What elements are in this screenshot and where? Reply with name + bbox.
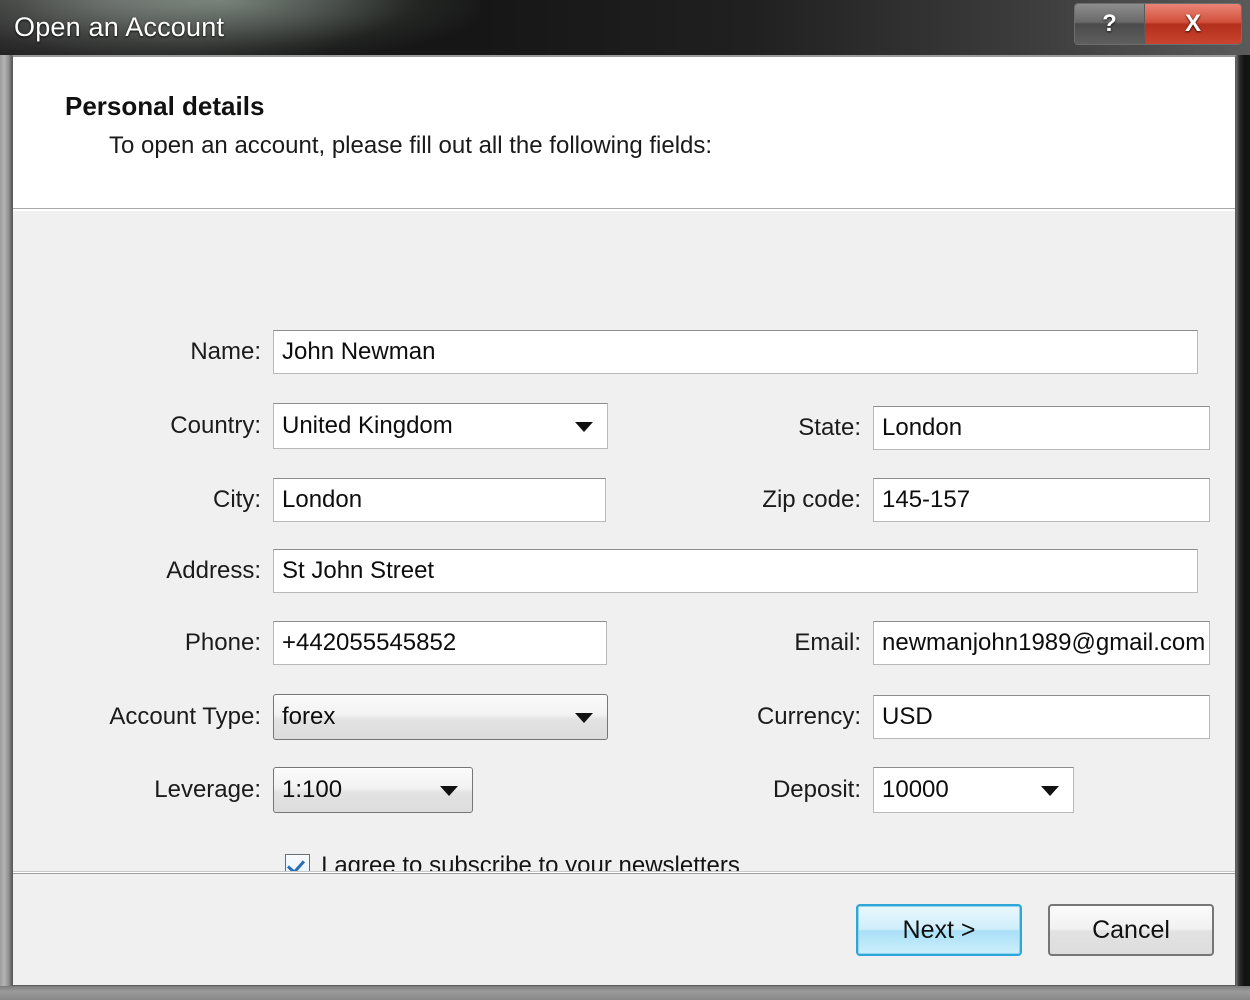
title-bar[interactable]: Open an Account ? X bbox=[0, 0, 1250, 55]
next-button[interactable]: Next > bbox=[856, 904, 1022, 956]
dialog-window: Open an Account ? X Personal details To … bbox=[0, 0, 1250, 1000]
zip-input[interactable]: 145-157 bbox=[873, 478, 1210, 522]
account-type-select[interactable]: forex bbox=[273, 694, 608, 740]
cancel-button[interactable]: Cancel bbox=[1048, 904, 1214, 956]
field-zip: Zip code: 145-157 bbox=[603, 478, 1210, 522]
chevron-down-icon bbox=[575, 422, 593, 432]
phone-input[interactable]: +442055545852 bbox=[273, 621, 607, 665]
account-type-label: Account Type: bbox=[13, 703, 273, 731]
city-label: City: bbox=[13, 486, 273, 514]
page-title: Personal details bbox=[65, 91, 264, 122]
chevron-down-icon bbox=[575, 713, 593, 723]
window-bottom-border bbox=[0, 986, 1250, 1000]
field-deposit: Deposit: 10000 bbox=[603, 767, 1210, 813]
chevron-down-icon bbox=[440, 786, 458, 796]
deposit-select[interactable]: 10000 bbox=[873, 767, 1074, 813]
field-address: Address: St John Street bbox=[13, 549, 1210, 593]
currency-input[interactable]: USD bbox=[873, 695, 1210, 739]
chevron-down-icon bbox=[1041, 786, 1059, 796]
field-phone: Phone: +442055545852 bbox=[13, 621, 620, 665]
form-area: Name: John Newman Country: United Kingdo… bbox=[13, 212, 1236, 872]
city-input[interactable]: London bbox=[273, 478, 606, 522]
window-left-border bbox=[0, 0, 12, 1000]
field-name: Name: John Newman bbox=[13, 330, 1210, 374]
leverage-select[interactable]: 1:100 bbox=[273, 767, 473, 813]
state-input[interactable]: London bbox=[873, 406, 1210, 450]
currency-label: Currency: bbox=[603, 703, 873, 731]
field-currency: Currency: USD bbox=[603, 695, 1210, 739]
field-country: Country: United Kingdom bbox=[13, 403, 620, 449]
state-label: State: bbox=[603, 414, 873, 442]
close-button[interactable]: X bbox=[1145, 4, 1241, 44]
header-band: Personal details To open an account, ple… bbox=[13, 57, 1236, 209]
window-controls: ? X bbox=[1074, 3, 1242, 45]
page-subtitle: To open an account, please fill out all … bbox=[109, 132, 712, 160]
deposit-label: Deposit: bbox=[603, 776, 873, 804]
footer-bar: Next > Cancel bbox=[13, 874, 1236, 986]
phone-label: Phone: bbox=[13, 629, 273, 657]
zip-label: Zip code: bbox=[603, 486, 873, 514]
field-account-type: Account Type: forex bbox=[13, 694, 620, 740]
leverage-label: Leverage: bbox=[13, 776, 273, 804]
email-label: Email: bbox=[603, 629, 873, 657]
country-label: Country: bbox=[13, 412, 273, 440]
email-input[interactable]: newmanjohn1989@gmail.com bbox=[873, 621, 1210, 665]
country-select[interactable]: United Kingdom bbox=[273, 403, 608, 449]
dialog-client-area: Personal details To open an account, ple… bbox=[12, 55, 1236, 986]
window-title: Open an Account bbox=[14, 12, 224, 43]
window-right-border bbox=[1236, 0, 1250, 1000]
field-city: City: London bbox=[13, 478, 620, 522]
help-button[interactable]: ? bbox=[1075, 4, 1145, 44]
field-email: Email: newmanjohn1989@gmail.com bbox=[603, 621, 1210, 665]
field-state: State: London bbox=[603, 406, 1210, 450]
address-label: Address: bbox=[13, 557, 273, 585]
address-input[interactable]: St John Street bbox=[273, 549, 1198, 593]
field-leverage: Leverage: 1:100 bbox=[13, 767, 620, 813]
name-label: Name: bbox=[13, 338, 273, 366]
name-input[interactable]: John Newman bbox=[273, 330, 1198, 374]
